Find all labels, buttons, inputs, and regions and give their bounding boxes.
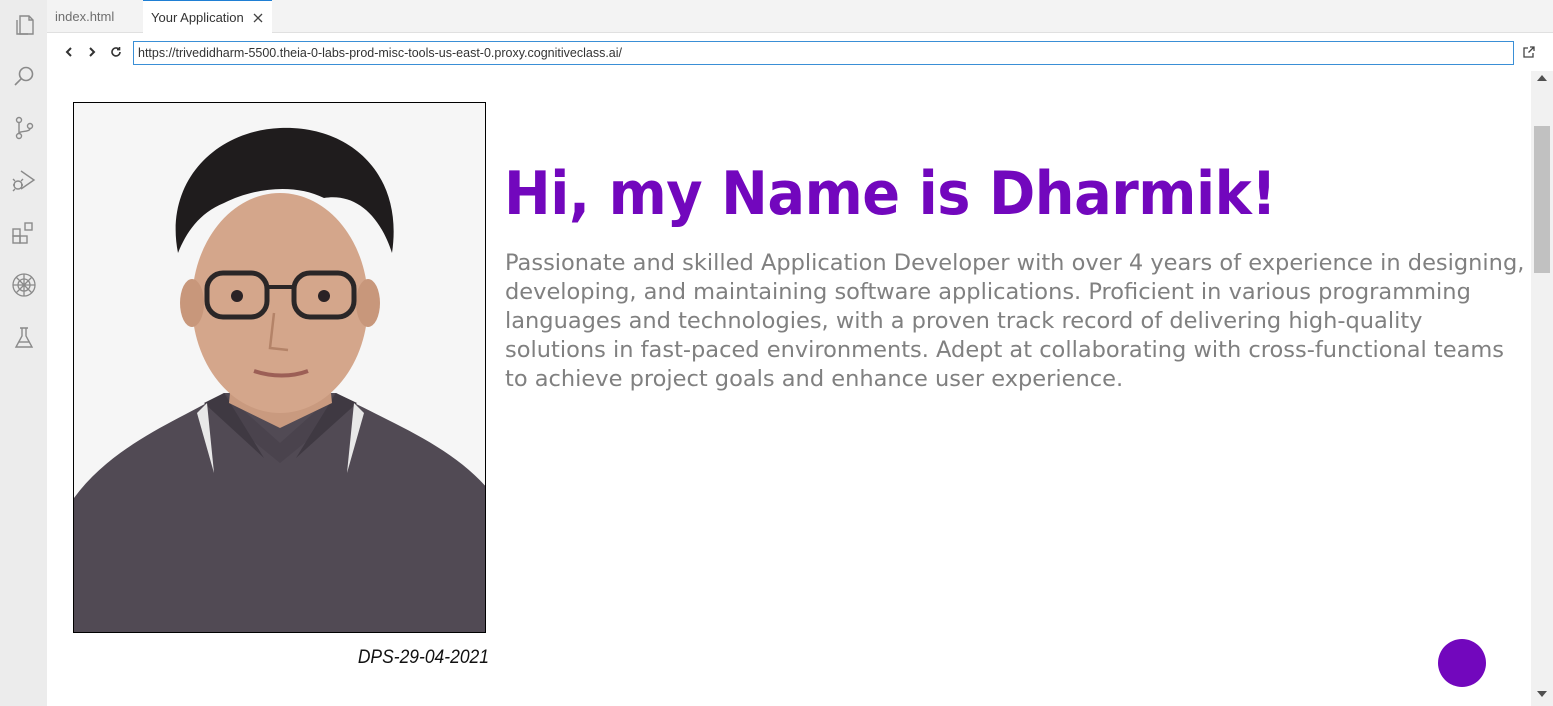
skills-network-icon[interactable] xyxy=(11,272,37,298)
close-icon[interactable] xyxy=(253,10,263,26)
files-icon[interactable] xyxy=(11,11,37,37)
tab-strip: index.html Your Application xyxy=(47,0,1553,34)
reload-icon[interactable] xyxy=(107,43,125,61)
run-debug-icon[interactable] xyxy=(11,167,37,193)
url-input[interactable] xyxy=(133,41,1514,65)
source-control-icon[interactable] xyxy=(11,115,37,141)
app-preview: DPS-29-04-2021 Hi, my Name is Dharmik! P… xyxy=(47,71,1531,706)
tab-index-html[interactable]: index.html xyxy=(47,0,143,33)
bio-paragraph: Passionate and skilled Application Devel… xyxy=(505,250,1525,392)
browser-nav-bar xyxy=(47,33,1553,71)
profile-photo xyxy=(73,102,486,633)
tab-your-application[interactable]: Your Application xyxy=(143,0,272,34)
search-icon[interactable] xyxy=(11,63,37,89)
extensions-icon[interactable] xyxy=(11,220,37,246)
scroll-down-arrow-icon[interactable] xyxy=(1537,691,1547,697)
floating-action-button[interactable] xyxy=(1438,639,1486,687)
vertical-scrollbar[interactable] xyxy=(1531,71,1553,706)
lab-flask-icon[interactable] xyxy=(11,325,37,351)
photo-caption: DPS-29-04-2021 xyxy=(357,647,489,668)
scroll-up-arrow-icon[interactable] xyxy=(1537,75,1547,81)
tab-label: index.html xyxy=(55,9,115,24)
chevron-left-icon[interactable] xyxy=(60,43,78,61)
scrollbar-thumb[interactable] xyxy=(1534,126,1550,273)
chevron-right-icon[interactable] xyxy=(83,43,101,61)
tab-label: Your Application xyxy=(151,10,244,25)
activity-bar xyxy=(0,0,47,706)
page-title: Hi, my Name is Dharmik! xyxy=(504,159,1277,229)
open-external-icon[interactable] xyxy=(1522,45,1538,61)
